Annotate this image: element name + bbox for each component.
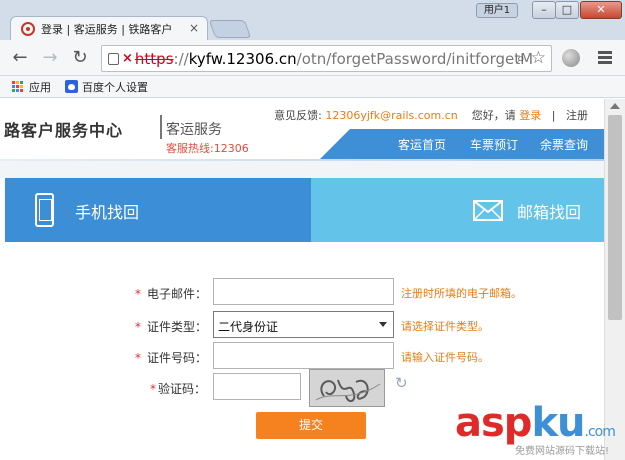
required-mark: * bbox=[135, 320, 141, 334]
tab-email-recovery[interactable]: 邮箱找回 bbox=[311, 178, 604, 249]
greeting-text: 您好，请 bbox=[471, 109, 516, 122]
main-nav: 客运首页 车票预订 余票查询 bbox=[320, 129, 604, 159]
submit-button[interactable]: 提交 bbox=[256, 412, 366, 439]
bookmark-star-icon[interactable]: ☆ bbox=[531, 48, 546, 68]
required-mark: * bbox=[135, 351, 141, 365]
email-hint: 注册时所填的电子邮箱。 bbox=[401, 287, 522, 300]
new-tab-button[interactable] bbox=[208, 20, 252, 38]
back-arrow-icon[interactable]: ← bbox=[10, 48, 30, 68]
id-type-hint: 请选择证件类型。 bbox=[401, 320, 489, 333]
captcha-drawing bbox=[315, 379, 381, 402]
reload-icon[interactable]: ↻ bbox=[70, 48, 90, 68]
page-content: 路客户服务中心 客运服务 客服热线:12306 意见反馈: 12306yjfk@… bbox=[0, 99, 604, 460]
close-window-button[interactable]: ✕ bbox=[580, 1, 622, 19]
logo-divider bbox=[160, 115, 162, 139]
bookmark-label: 应用 bbox=[29, 80, 51, 94]
url-host: kyfw.12306.cn bbox=[188, 49, 297, 68]
bookmark-apps[interactable]: 应用 bbox=[12, 79, 51, 95]
email-row: * 电子邮件： 注册时所填的电子邮箱。 bbox=[0, 278, 604, 306]
bookmark-label: 百度个人设置 bbox=[82, 80, 148, 94]
link-separator: | bbox=[551, 109, 556, 122]
lock-icon bbox=[108, 52, 119, 65]
url-scheme: https bbox=[134, 49, 174, 68]
site-subtitle: 客运服务 bbox=[166, 122, 222, 138]
bookmarks-bar: 应用 百度个人设置 bbox=[0, 76, 625, 98]
chevron-down-icon bbox=[379, 322, 387, 327]
tab-title: 登录 | 客运服务 | 铁路客户 bbox=[41, 22, 173, 36]
id-number-input[interactable] bbox=[213, 342, 394, 369]
nav-ticket-booking[interactable]: 车票预订 bbox=[470, 136, 518, 153]
register-link[interactable]: 注册 bbox=[566, 109, 588, 122]
email-recovery-form: * 电子邮件： 注册时所填的电子邮箱。 * 证件类型： 二代身份证 请选择证件类型。… bbox=[0, 242, 604, 460]
id-number-row: * 证件号码： 请输入证件号码。 bbox=[0, 342, 604, 370]
browser-titlebar: 登录 | 客运服务 | 铁路客户 × 用户1 – □ ✕ bbox=[0, 0, 625, 40]
baidu-paw-icon bbox=[65, 80, 78, 93]
tab-phone-recovery[interactable]: 手机找回 bbox=[5, 178, 311, 242]
id-number-hint: 请输入证件号码。 bbox=[401, 351, 489, 364]
tab-label: 手机找回 bbox=[75, 203, 140, 222]
menu-icon[interactable] bbox=[598, 51, 612, 64]
feedback-email-link[interactable]: 12306yjfk@rails.com.cn bbox=[325, 109, 457, 122]
id-number-label: * 证件号码： bbox=[135, 351, 208, 365]
nav-remaining-tickets[interactable]: 余票查询 bbox=[540, 136, 588, 153]
nav-home[interactable]: 客运首页 bbox=[398, 136, 446, 153]
spacer-band bbox=[0, 161, 604, 178]
service-hotline: 客服热线:12306 bbox=[166, 142, 249, 155]
login-link[interactable]: 登录 bbox=[519, 109, 541, 122]
forward-arrow-icon[interactable]: → bbox=[40, 48, 60, 68]
tab-close-icon[interactable]: × bbox=[189, 21, 199, 35]
browser-tab[interactable]: 登录 | 客运服务 | 铁路客户 × bbox=[10, 16, 208, 40]
address-bar[interactable]: × https :// kyfw.12306.cn /otn/forgetPas… bbox=[101, 45, 552, 72]
search-icon[interactable]: ⌕ bbox=[517, 49, 525, 67]
id-type-selected: 二代身份证 bbox=[218, 320, 279, 334]
railway-logo-icon bbox=[21, 21, 35, 36]
captcha-image[interactable] bbox=[309, 369, 385, 407]
bookmark-baidu[interactable]: 百度个人设置 bbox=[65, 79, 148, 95]
id-type-row: * 证件类型： 二代身份证 请选择证件类型。 bbox=[0, 311, 604, 339]
top-links: 意见反馈: 12306yjfk@rails.com.cn 您好，请 登录 | 注… bbox=[274, 107, 588, 123]
required-mark: * bbox=[135, 287, 141, 301]
captcha-input[interactable] bbox=[213, 373, 301, 400]
id-type-label: * 证件类型： bbox=[135, 320, 208, 334]
id-type-select[interactable]: 二代身份证 bbox=[213, 311, 394, 338]
recovery-method-tabs: 手机找回 邮箱找回 bbox=[0, 178, 604, 249]
apps-icon bbox=[12, 80, 24, 93]
minimize-button[interactable]: – bbox=[532, 1, 556, 19]
browser-toolbar: ← → ↻ × https :// kyfw.12306.cn /otn/for… bbox=[0, 40, 625, 76]
url-separator: :// bbox=[173, 49, 189, 68]
maximize-button[interactable]: □ bbox=[555, 1, 579, 19]
captcha-row: * 验证码： ↻ bbox=[0, 369, 604, 407]
scroll-up-arrow-icon[interactable] bbox=[610, 103, 620, 109]
insecure-x-icon: × bbox=[122, 51, 133, 66]
feedback-label: 意见反馈: bbox=[274, 109, 322, 122]
page-scrollbar[interactable] bbox=[604, 99, 625, 460]
url-path: /otn/forgetPassword/initforgetM bbox=[296, 49, 534, 68]
site-logo-text[interactable]: 路客户服务中心 bbox=[4, 117, 123, 141]
user-profile-badge[interactable]: 用户1 bbox=[476, 3, 518, 18]
email-input[interactable] bbox=[213, 278, 394, 305]
scroll-thumb[interactable] bbox=[608, 115, 622, 320]
mobile-phone-icon bbox=[35, 193, 54, 227]
globe-icon[interactable] bbox=[562, 49, 580, 67]
envelope-icon bbox=[473, 200, 503, 221]
email-label: * 电子邮件： bbox=[135, 287, 208, 301]
tab-label: 邮箱找回 bbox=[517, 203, 582, 222]
captcha-label: * 验证码： bbox=[150, 382, 207, 396]
site-header: 路客户服务中心 客运服务 客服热线:12306 意见反馈: 12306yjfk@… bbox=[0, 99, 604, 161]
required-mark: * bbox=[150, 382, 156, 396]
refresh-captcha-icon[interactable]: ↻ bbox=[395, 374, 408, 392]
